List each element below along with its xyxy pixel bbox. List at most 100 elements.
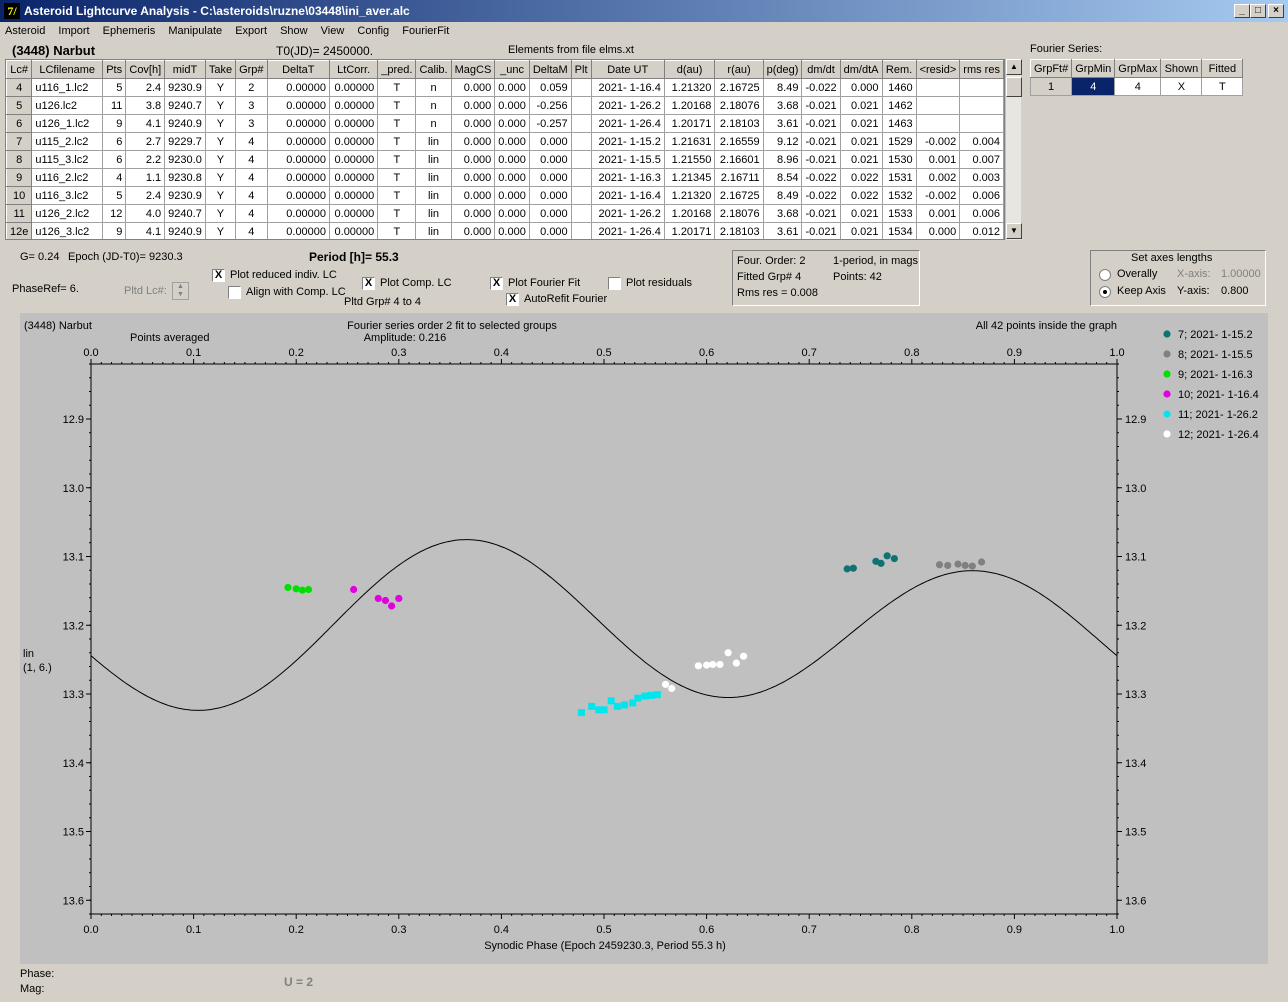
table-cell[interactable]: lin [415, 150, 452, 169]
table-cell[interactable]: 0.000 [494, 204, 530, 223]
table-cell[interactable]: T [377, 168, 417, 187]
table-cell[interactable]: 3.61 [762, 114, 803, 133]
table-cell[interactable]: 2021- 1-16.4 [590, 78, 665, 97]
table-cell[interactable]: 1.20171 [663, 114, 716, 133]
table-cell[interactable]: 8.49 [762, 78, 803, 97]
table-cell[interactable]: 1.1 [125, 168, 166, 187]
table-row[interactable]: 5 u126.lc2 11 3.8 9240.7 Y 3 0.00000 0.00000 Tn 0.… [6, 96, 1004, 115]
table-cell[interactable]: 0.000 [494, 78, 530, 97]
table-cell[interactable]: 1.21320 [663, 186, 716, 205]
maximize-button[interactable]: □ [1250, 4, 1266, 18]
table-cell[interactable]: 0.000 [450, 96, 496, 115]
table-cell[interactable]: 5 [101, 186, 127, 205]
table-cell[interactable]: 2 [235, 78, 268, 97]
table-cell[interactable]: lin [415, 132, 452, 151]
table-cell[interactable] [959, 114, 1004, 133]
row-header[interactable]: 8 [6, 150, 33, 169]
table-row[interactable]: 11 u126_2.lc2 12 4.0 9240.7 Y 4 0.00000 0.00000 T… [6, 204, 1004, 223]
table-cell[interactable]: 2.18103 [714, 114, 764, 133]
pltd-lc-spinner[interactable]: ▲ ▼ [172, 282, 189, 300]
table-cell[interactable]: -0.257 [528, 114, 572, 133]
table-cell[interactable]: 9 [101, 114, 127, 133]
table-cell[interactable]: u126_3.lc2 [31, 222, 103, 239]
table-cell[interactable]: 1460 [881, 78, 917, 97]
table-cell[interactable]: 8.96 [762, 150, 803, 169]
column-header[interactable]: DeltaM [528, 60, 572, 79]
table-cell[interactable]: Y [204, 168, 237, 187]
table-cell[interactable]: 9230.8 [164, 168, 206, 187]
table-cell[interactable]: T [377, 204, 417, 223]
table-cell[interactable]: 0.000 [450, 204, 496, 223]
table-cell[interactable]: 0.021 [839, 114, 883, 133]
table-cell[interactable]: 3 [235, 96, 268, 115]
table-cell[interactable]: -0.256 [528, 96, 572, 115]
table-cell[interactable]: 0.004 [959, 132, 1004, 151]
lightcurve-chart[interactable]: (3448) Narbut Points averaged Fourier se… [20, 313, 1268, 964]
table-cell[interactable]: 0.021 [839, 204, 883, 223]
autorefit-checkbox[interactable]: X [506, 293, 519, 306]
close-button[interactable]: × [1268, 4, 1284, 18]
table-cell[interactable]: 0.000 [450, 222, 496, 239]
align-comp-checkbox[interactable] [228, 286, 241, 299]
table-cell[interactable]: 12 [101, 204, 127, 223]
table-cell[interactable]: u116_1.lc2 [31, 78, 103, 97]
overally-radio[interactable] [1099, 269, 1111, 281]
table-cell[interactable]: 0.00000 [329, 222, 379, 239]
table-cell[interactable]: 2.2 [125, 150, 166, 169]
table-cell[interactable]: 2.16725 [714, 78, 764, 97]
table-cell[interactable]: lin [415, 222, 452, 239]
column-header[interactable]: Pts [101, 60, 127, 79]
scroll-thumb[interactable] [1006, 77, 1022, 97]
column-header[interactable]: d(au) [663, 60, 716, 79]
menu-fourierfit[interactable]: FourierFit [397, 23, 454, 37]
table-cell[interactable]: 0.000 [494, 150, 530, 169]
table-cell[interactable]: 3.68 [762, 204, 803, 223]
table-cell[interactable] [570, 78, 592, 97]
table-cell[interactable]: 0.022 [839, 168, 883, 187]
table-cell[interactable]: 4 [101, 168, 127, 187]
table-cell[interactable]: 9240.9 [164, 222, 206, 239]
lightcurve-plot-panel[interactable]: (3448) Narbut Points averaged Fourier se… [20, 313, 1268, 964]
table-cell[interactable]: 2021- 1-15.2 [590, 132, 665, 151]
table-cell[interactable]: -0.021 [801, 132, 841, 151]
table-cell[interactable]: 0.00000 [329, 150, 379, 169]
column-header[interactable]: dm/dtA [839, 60, 883, 79]
table-cell[interactable]: 2021- 1-15.5 [590, 150, 665, 169]
table-cell[interactable]: 2.16725 [714, 186, 764, 205]
table-cell[interactable]: T [377, 186, 417, 205]
table-cell[interactable]: Y [204, 132, 237, 151]
table-cell[interactable]: Y [204, 204, 237, 223]
table-cell[interactable]: 1.21345 [663, 168, 716, 187]
table-cell[interactable]: 0.000 [494, 114, 530, 133]
table-cell[interactable]: 0.00000 [329, 186, 379, 205]
table-cell[interactable]: 8.54 [762, 168, 803, 187]
menu-asteroid[interactable]: Asteroid [0, 23, 50, 37]
table-cell[interactable]: 0.000 [494, 96, 530, 115]
table-cell[interactable]: u126.lc2 [31, 96, 103, 115]
table-cell[interactable]: 0.022 [839, 186, 883, 205]
table-cell[interactable]: 0.000 [450, 114, 496, 133]
table-cell[interactable]: 0.002 [915, 168, 961, 187]
table-cell[interactable]: u126_2.lc2 [31, 204, 103, 223]
table-row[interactable]: 12e u126_3.lc2 9 4.1 9240.9 Y 4 0.00000 0.00000 T… [6, 222, 1004, 239]
table-cell[interactable]: 0.000 [839, 78, 883, 97]
column-header[interactable]: <resid> [915, 60, 961, 79]
table-cell[interactable]: 2021- 1-16.4 [590, 186, 665, 205]
table-cell[interactable]: 0.00000 [266, 96, 331, 115]
table-cell[interactable]: 0.021 [839, 96, 883, 115]
table-cell[interactable]: 0.003 [959, 168, 1004, 187]
column-header[interactable]: Cov[h] [125, 60, 166, 79]
column-header[interactable]: Lc# [6, 60, 33, 79]
table-cell[interactable] [570, 96, 592, 115]
table-cell[interactable]: 2.4 [125, 186, 166, 205]
fourier-cell-fitted[interactable]: T [1201, 77, 1244, 96]
table-cell[interactable] [915, 114, 961, 133]
table-cell[interactable]: 0.000 [450, 168, 496, 187]
table-cell[interactable]: n [415, 96, 452, 115]
table-cell[interactable]: 2.7 [125, 132, 166, 151]
row-header[interactable]: 5 [6, 96, 33, 115]
table-cell[interactable]: 9229.7 [164, 132, 206, 151]
x-axis-value[interactable]: 1.00000 [1221, 268, 1261, 280]
table-cell[interactable]: 0.00000 [329, 168, 379, 187]
table-cell[interactable]: -0.022 [801, 78, 841, 97]
